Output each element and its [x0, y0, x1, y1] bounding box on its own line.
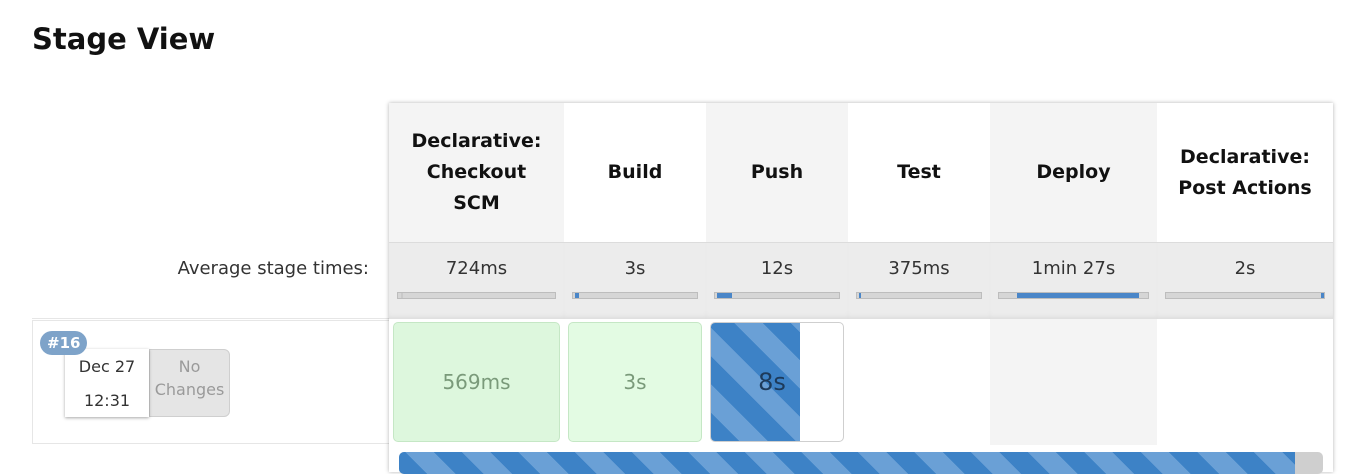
stage-cell-area — [1157, 319, 1333, 445]
page-title: Stage View — [32, 22, 216, 56]
stage-running-progress — [711, 323, 800, 441]
changes-line-1: No — [178, 357, 201, 376]
stage-average-time: 12s — [760, 258, 794, 279]
stage-result-success[interactable]: 3s — [568, 322, 702, 442]
stage-cell-area: 569ms — [389, 319, 564, 445]
stage-average-time: 375ms — [888, 258, 950, 279]
stage-header[interactable]: Push — [706, 103, 848, 242]
stage-average: 2s — [1157, 242, 1333, 320]
stage-header[interactable]: Declarative: Post Actions — [1157, 103, 1333, 242]
stage-name: Build — [608, 157, 663, 188]
stage-average-bar-fill — [1016, 293, 1140, 298]
stage-name-line: Declarative: — [411, 130, 542, 152]
stage-header[interactable]: Declarative: Checkout SCM — [389, 103, 564, 242]
overall-progress-fill — [399, 452, 1296, 474]
stage-average: 3s — [564, 242, 706, 320]
build-date: Dec 27 — [78, 357, 136, 376]
stage-average-bar — [1165, 292, 1325, 299]
stage-column-6: Declarative: Post Actions 2s — [1157, 103, 1333, 472]
stage-name-line: Checkout — [426, 161, 527, 183]
stage-name-line: Post Actions — [1178, 176, 1312, 199]
stage-name: Deploy — [1036, 157, 1110, 188]
stage-name-line: Build — [607, 161, 663, 183]
stage-name: Declarative: Post Actions — [1178, 142, 1311, 204]
stage-column-2: Build 3s 3s — [564, 103, 706, 472]
stage-average-time: 724ms — [445, 258, 508, 279]
stage-average-bar-fill — [1320, 293, 1324, 298]
stage-result-success[interactable]: 569ms — [393, 322, 560, 442]
stage-header[interactable]: Build — [564, 103, 706, 242]
stage-average-bar — [714, 292, 840, 299]
stage-cell-area — [848, 319, 990, 445]
stage-column-4: Test 375ms — [848, 103, 990, 472]
build-time: 12:31 — [83, 391, 131, 410]
average-times-row-label: Average stage times: — [32, 242, 389, 319]
stage-cell-area: 3s — [564, 319, 706, 445]
stage-header[interactable]: Test — [848, 103, 990, 242]
stage-average-bar-fill — [401, 293, 404, 298]
stage-name: Declarative: Checkout SCM — [412, 126, 542, 219]
stage-name: Test — [897, 157, 941, 188]
stage-average: 375ms — [848, 242, 990, 320]
stage-name-line: Push — [750, 161, 804, 183]
stage-cell-area: 8s — [706, 319, 848, 445]
stage-average-bar-fill — [717, 293, 733, 298]
stage-name: Push — [751, 157, 803, 188]
build-timestamp[interactable]: Dec 27 12:31 — [65, 349, 149, 417]
average-stage-times-label: Average stage times: — [177, 258, 369, 279]
stage-result-running[interactable]: 8s — [710, 322, 844, 442]
stage-average: 724ms — [389, 242, 564, 320]
stage-name-line: Declarative: — [1180, 145, 1310, 168]
stage-average: 1min 27s — [990, 242, 1157, 320]
stage-cell-area — [990, 319, 1157, 445]
stage-column-3: Push 12s 8s — [706, 103, 848, 472]
overall-progress-bar — [399, 452, 1323, 474]
stage-header[interactable]: Deploy — [990, 103, 1157, 242]
stage-name-line: SCM — [453, 192, 500, 214]
stage-average-bar — [998, 292, 1149, 299]
stage-average-bar — [572, 292, 698, 299]
stage-average: 12s — [706, 242, 848, 320]
build-number-badge[interactable]: #16 — [40, 331, 88, 355]
stage-column-5: Deploy 1min 27s — [990, 103, 1157, 472]
stage-average-time: 1min 27s — [1031, 258, 1116, 279]
stage-grid: Declarative: Post Actions 2s Deploy 1min 27s… — [389, 103, 1333, 474]
stage-average-bar — [397, 292, 556, 299]
stage-duration: 3s — [623, 370, 647, 394]
stage-average-time: 3s — [624, 258, 646, 279]
stage-name-line: Test — [897, 161, 941, 183]
stage-average-bar-fill — [575, 293, 580, 298]
changes-box[interactable]: No Changes — [149, 349, 230, 417]
stage-name-line: Deploy — [1036, 161, 1111, 183]
stage-average-bar-fill — [859, 293, 862, 298]
stage-average-time: 2s — [1234, 258, 1256, 279]
changes-line-2: Changes — [154, 380, 225, 399]
stage-duration: 569ms — [442, 370, 511, 394]
stage-duration: 8s — [758, 368, 786, 396]
stage-average-bar — [856, 292, 982, 299]
stage-column-1: Declarative: Checkout SCM 724ms 569ms — [389, 103, 564, 472]
